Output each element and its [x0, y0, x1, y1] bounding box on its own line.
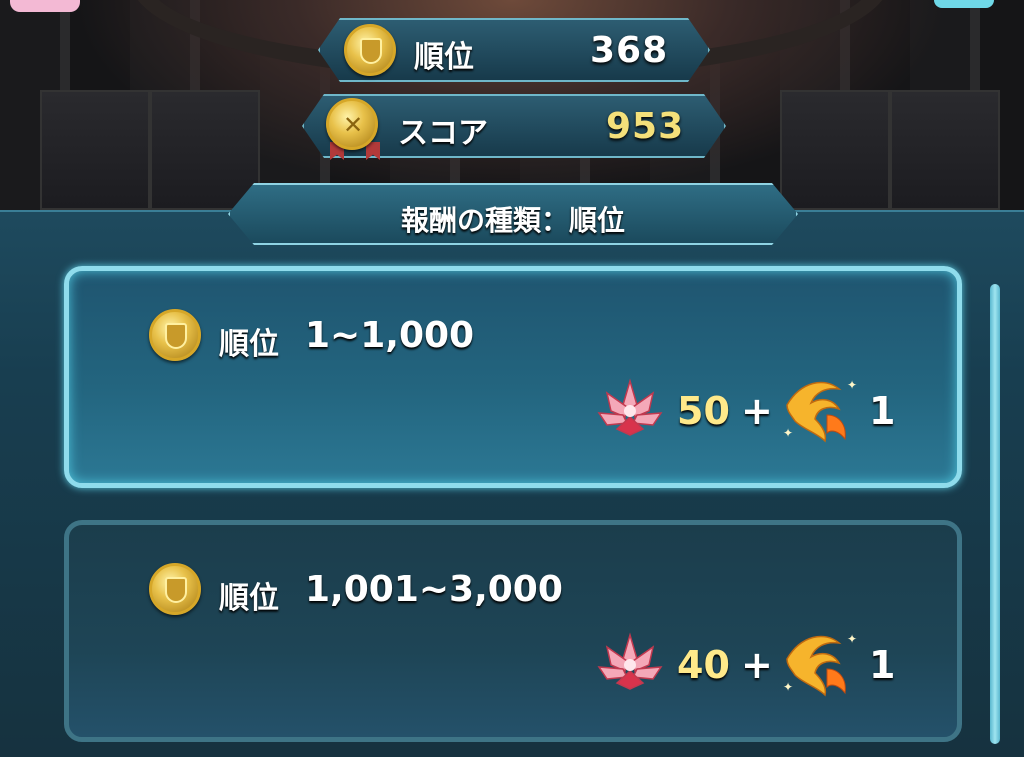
background-beam — [780, 90, 890, 210]
svg-text:✦: ✦ — [847, 632, 857, 646]
reward-tier-card[interactable]: 順位 1,001~3,000 40 + ✦ ✦ 1 — [64, 520, 962, 742]
orb-quantity: 40 — [677, 643, 730, 687]
svg-text:✦: ✦ — [783, 680, 793, 694]
tier-rank-label: 順位 — [219, 581, 279, 616]
rank-medal-icon — [149, 563, 201, 615]
rank-medal-icon — [344, 24, 396, 76]
background-beam — [40, 90, 150, 210]
phoenix-feather-icon: ✦ ✦ — [783, 632, 857, 697]
shield-icon — [165, 323, 187, 349]
score-stat-value: 953 — [606, 106, 685, 147]
feather-count: 1 — [869, 389, 896, 433]
reward-tier-card[interactable]: 順位 1~1,000 50 + ✦ ✦ 1 — [64, 266, 962, 488]
tier-rank-range: 1,001~3,000 — [305, 569, 563, 610]
orb-quantity: 50 — [677, 389, 730, 433]
rank-medal-icon — [149, 309, 201, 361]
shield-icon — [165, 577, 187, 603]
reward-type-title: 報酬の種類：順位 — [400, 204, 625, 237]
rank-stat-value: 368 — [590, 30, 669, 71]
feather-count: 1 — [869, 643, 896, 687]
score-stat-label: スコア — [398, 116, 488, 151]
lotus-orb-icon — [597, 378, 663, 436]
lotus-orb-icon — [597, 632, 663, 690]
reward-type-banner: 報酬の種類：順位 — [228, 183, 798, 245]
plus-sign: + — [741, 643, 773, 687]
crossed-swords-icon: ✕ — [342, 111, 364, 139]
tier-rank-label: 順位 — [219, 327, 279, 362]
background-beam — [150, 90, 260, 210]
phoenix-feather-icon: ✦ ✦ — [783, 378, 857, 443]
score-medal-icon: ✕ — [326, 98, 378, 150]
scrollbar[interactable] — [990, 284, 1000, 744]
svg-text:✦: ✦ — [783, 426, 793, 440]
plus-sign: + — [741, 389, 773, 433]
tier-rank-range: 1~1,000 — [305, 315, 475, 356]
background-ornament-left — [10, 0, 80, 12]
svg-text:✦: ✦ — [847, 378, 857, 392]
rank-stat-label: 順位 — [414, 40, 474, 75]
shield-icon — [360, 38, 382, 64]
background-ornament-right — [934, 0, 994, 8]
background-beam — [890, 90, 1000, 210]
